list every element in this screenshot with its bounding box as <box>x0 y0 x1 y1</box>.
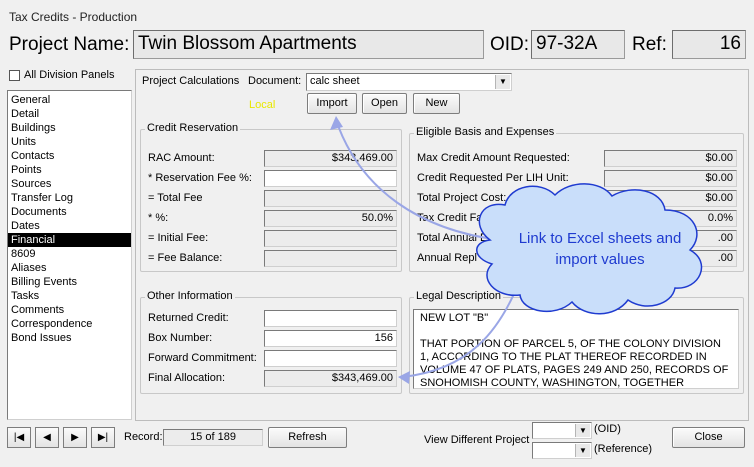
callout-arrow-final <box>401 279 521 378</box>
arrowhead-import-icon <box>330 116 343 130</box>
prev-record-icon: ◀ <box>43 432 51 443</box>
prev-record-button[interactable]: ◀ <box>35 427 59 448</box>
first-record-icon: |◀ <box>13 432 25 443</box>
record-counter: 15 of 189 <box>163 429 263 446</box>
chevron-down-icon[interactable]: ▼ <box>575 444 590 457</box>
next-record-icon: ▶ <box>71 432 79 443</box>
record-label: Record: <box>124 431 163 443</box>
reference-hint: (Reference) <box>594 443 653 455</box>
next-record-button[interactable]: ▶ <box>63 427 87 448</box>
refresh-button[interactable]: Refresh <box>268 427 347 448</box>
first-record-button[interactable]: |◀ <box>7 427 31 448</box>
callout-text: Link to Excel sheets and import values <box>518 230 682 268</box>
close-button[interactable]: Close <box>672 427 745 448</box>
reference-select[interactable]: ▼ <box>532 442 592 459</box>
arrowhead-final-icon <box>398 371 410 384</box>
callout-arrow-import <box>335 119 501 241</box>
last-record-button[interactable]: ▶| <box>91 427 115 448</box>
view-different-project-label: View Different Project <box>424 434 530 446</box>
oid-select[interactable]: ▼ <box>532 422 592 439</box>
last-record-icon: ▶| <box>97 432 109 443</box>
oid-hint: (OID) <box>594 423 621 435</box>
chevron-down-icon[interactable]: ▼ <box>575 424 590 437</box>
